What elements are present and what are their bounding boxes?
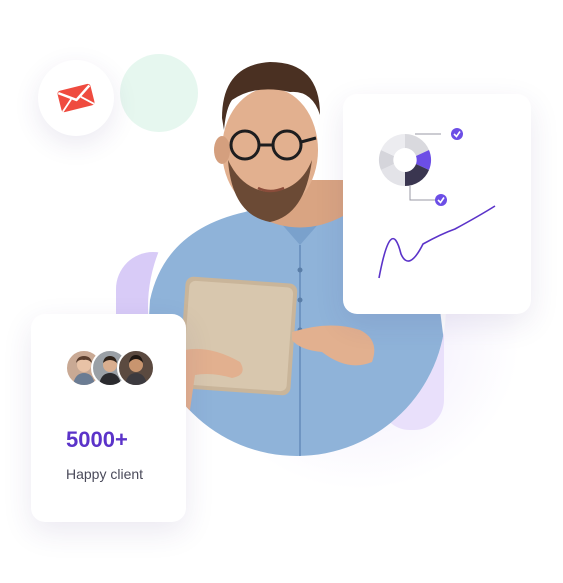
client-count: 5000+ (66, 427, 128, 452)
avatar (117, 349, 155, 387)
check-circle-icon (451, 128, 463, 140)
trend-line-icon (378, 205, 496, 279)
happy-clients-card: 5000+ Happy client (31, 314, 186, 522)
client-label: Happy client (66, 466, 144, 482)
hero-illustration: 5000+ Happy client (0, 0, 563, 583)
analytics-card (343, 94, 531, 314)
donut-chart-icon (378, 128, 496, 279)
client-avatars (65, 349, 155, 387)
check-circle-icon (435, 194, 447, 206)
